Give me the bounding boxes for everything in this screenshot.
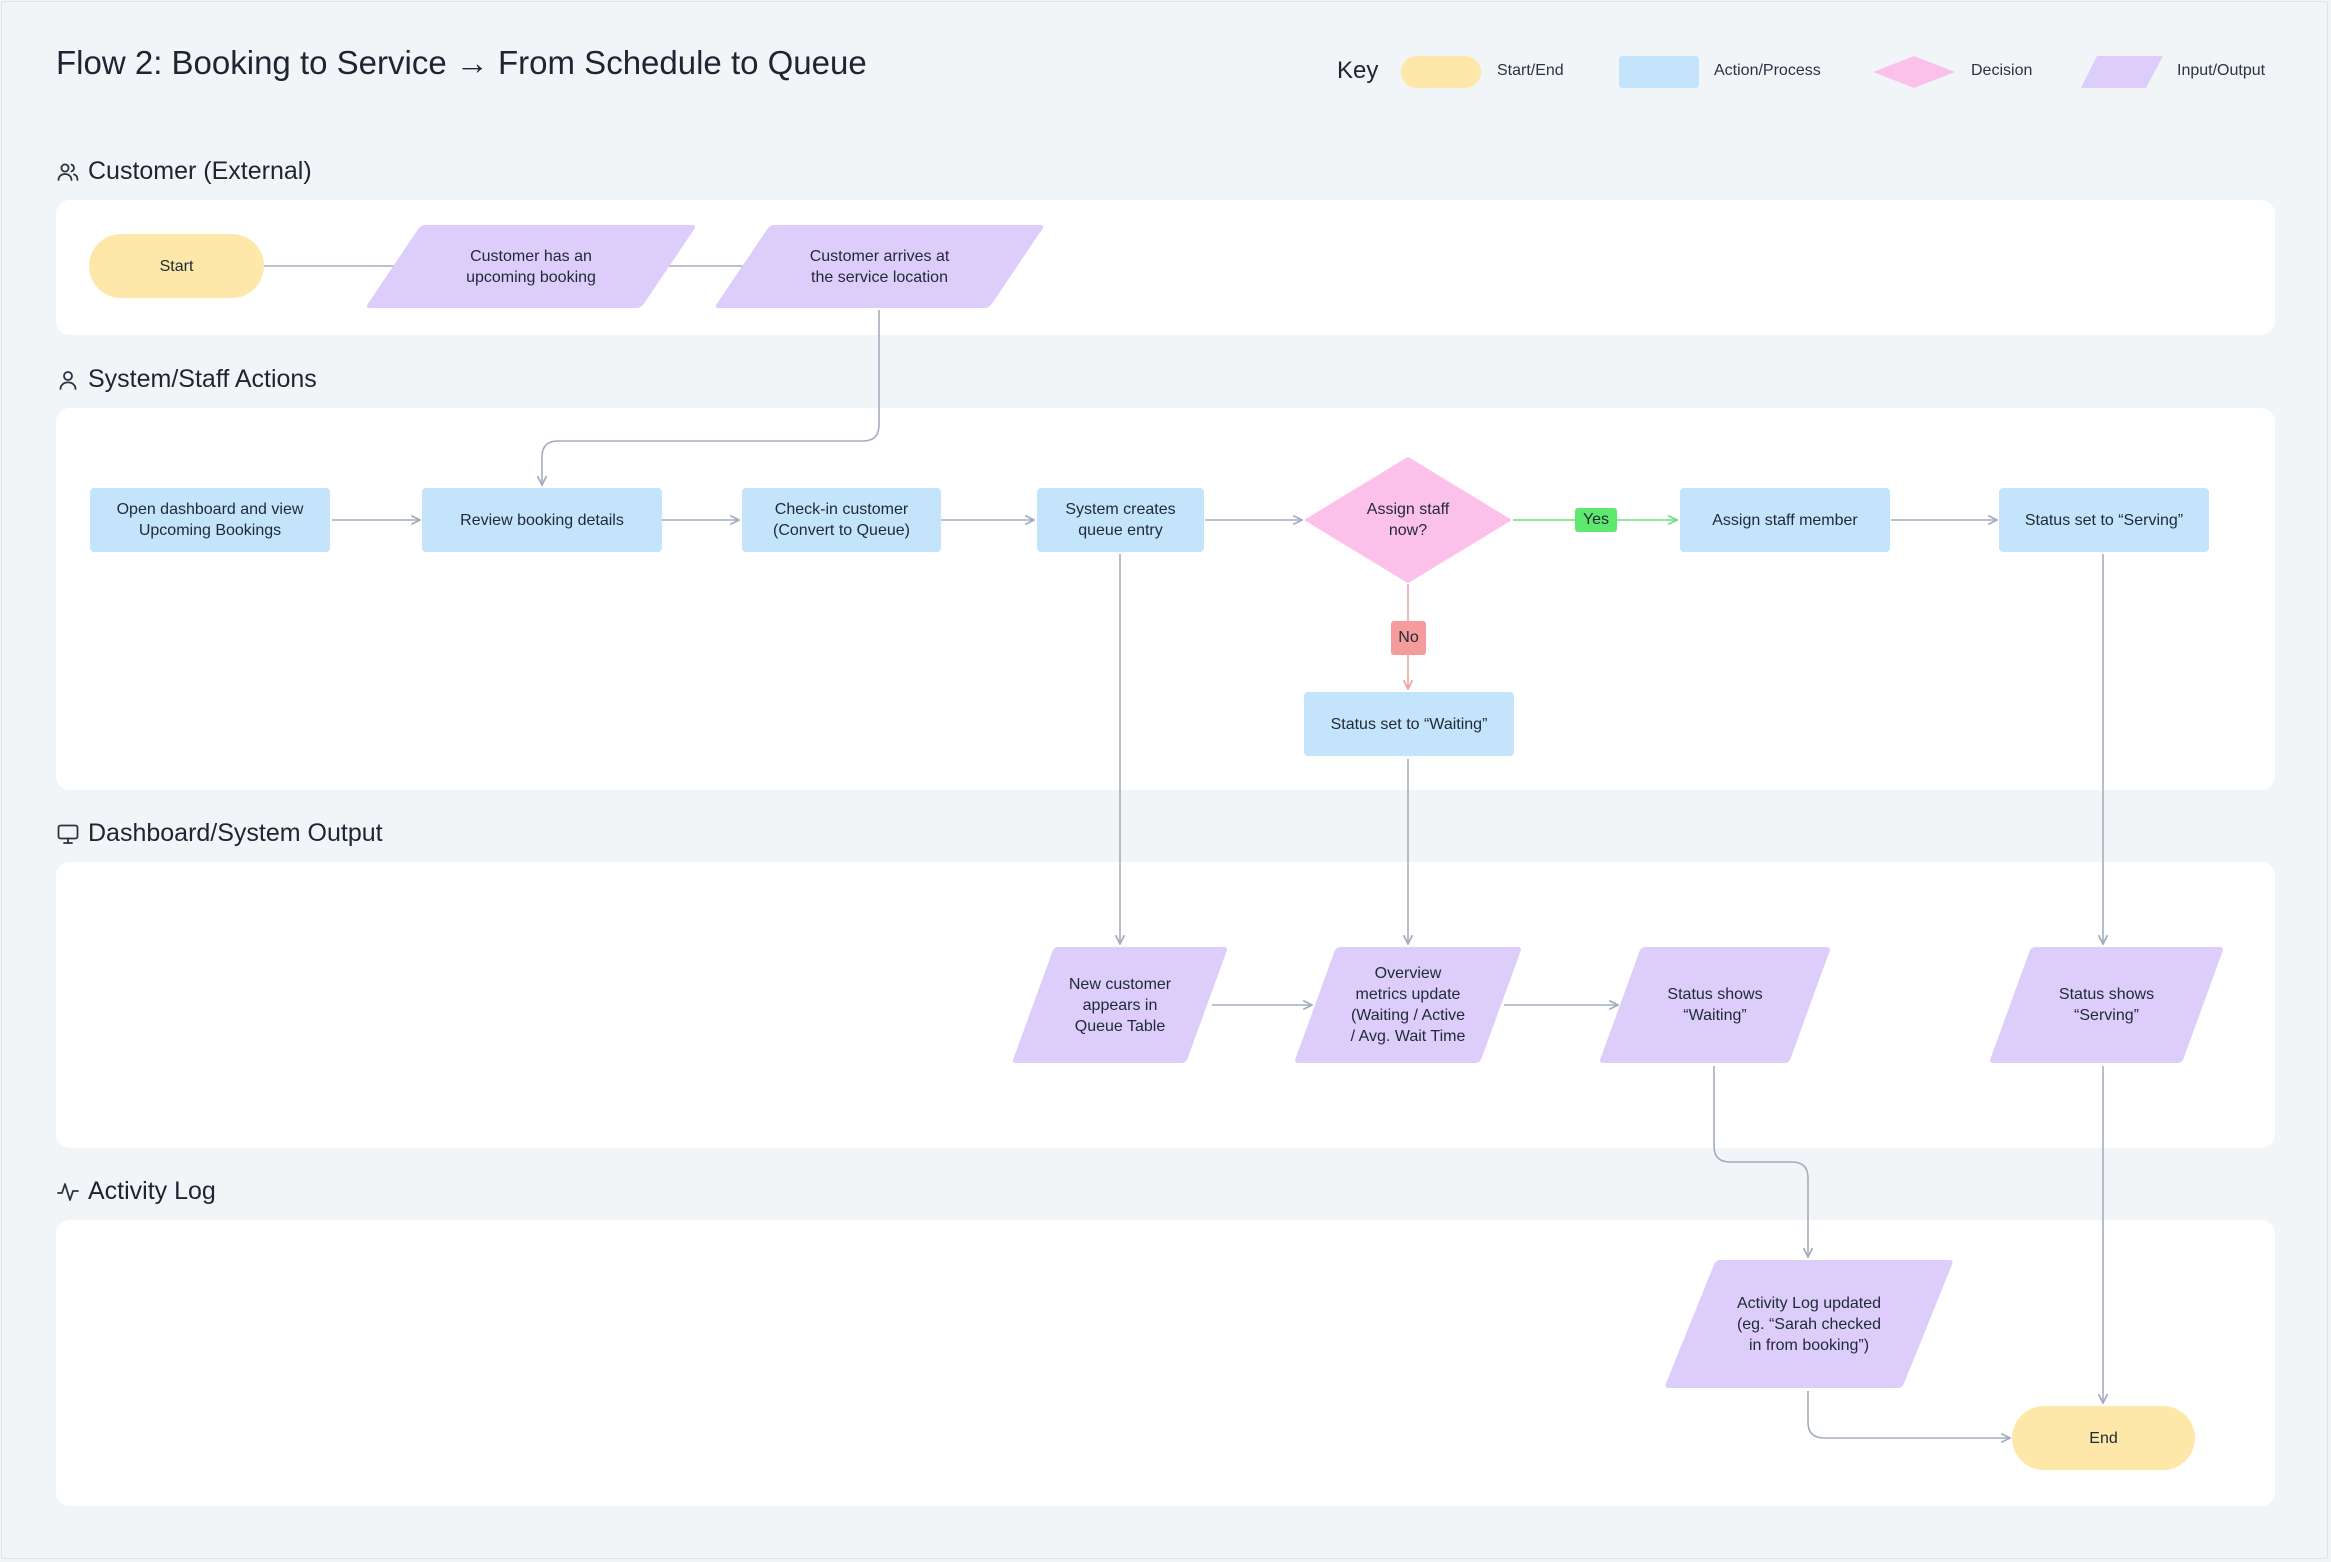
edge-shows-waiting-to-log [1713, 1066, 1808, 1257]
edge-log-to-end [1807, 1391, 2010, 1438]
queue-entry-node[interactable]: System creates queue entry [1037, 488, 1204, 552]
customer-booking-node[interactable]: Customer has an upcoming booking [365, 225, 697, 308]
node-label: Activity Log updated (eg. “Sarah checked… [1736, 1294, 1882, 1354]
activity-log-node[interactable]: Activity Log updated (eg. “Sarah checked… [1664, 1260, 1954, 1388]
yes-label: Yes [1575, 508, 1617, 532]
no-label: No [1391, 621, 1426, 655]
node-label: New customer appears in Queue Table [1068, 975, 1172, 1035]
status-waiting-node[interactable]: Status set to “Waiting” [1304, 692, 1514, 756]
new-customer-node[interactable]: New customer appears in Queue Table [1011, 947, 1229, 1063]
node-label: Customer arrives at the service location [809, 247, 950, 286]
connectors [264, 0, 2331, 1562]
shows-waiting-node[interactable]: Status shows “Waiting” [1598, 947, 1832, 1063]
open-dashboard-node[interactable]: Open dashboard and view Upcoming Booking… [90, 488, 330, 552]
node-label: Status shows “Waiting” [1667, 986, 1763, 1024]
review-booking-node[interactable]: Review booking details [422, 488, 662, 552]
shows-serving-node[interactable]: Status shows “Serving” [1988, 947, 2225, 1063]
flowchart-canvas: Flow 2: Booking to Service → From Schedu… [0, 0, 2331, 1562]
node-label: Overview metrics update (Waiting / Activ… [1350, 965, 1466, 1045]
customer-arrives-node[interactable]: Customer arrives at the service location [714, 225, 1045, 308]
checkin-node[interactable]: Check-in customer (Convert to Queue) [742, 488, 941, 552]
overview-metrics-node[interactable]: Overview metrics update (Waiting / Activ… [1293, 947, 1523, 1063]
assign-staff-decision[interactable]: Assign staff now? [1304, 456, 1512, 584]
edge-arrives-to-review [542, 310, 880, 485]
status-serving-node[interactable]: Status set to “Serving” [1999, 488, 2209, 552]
assign-staff-node[interactable]: Assign staff member [1680, 488, 1890, 552]
start-node[interactable]: Start [89, 234, 264, 298]
end-node[interactable]: End [2012, 1406, 2195, 1470]
node-label: Assign staff now? [1366, 501, 1450, 539]
node-label: Status shows “Serving” [2058, 986, 2155, 1024]
node-label: Customer has an upcoming booking [466, 247, 596, 286]
